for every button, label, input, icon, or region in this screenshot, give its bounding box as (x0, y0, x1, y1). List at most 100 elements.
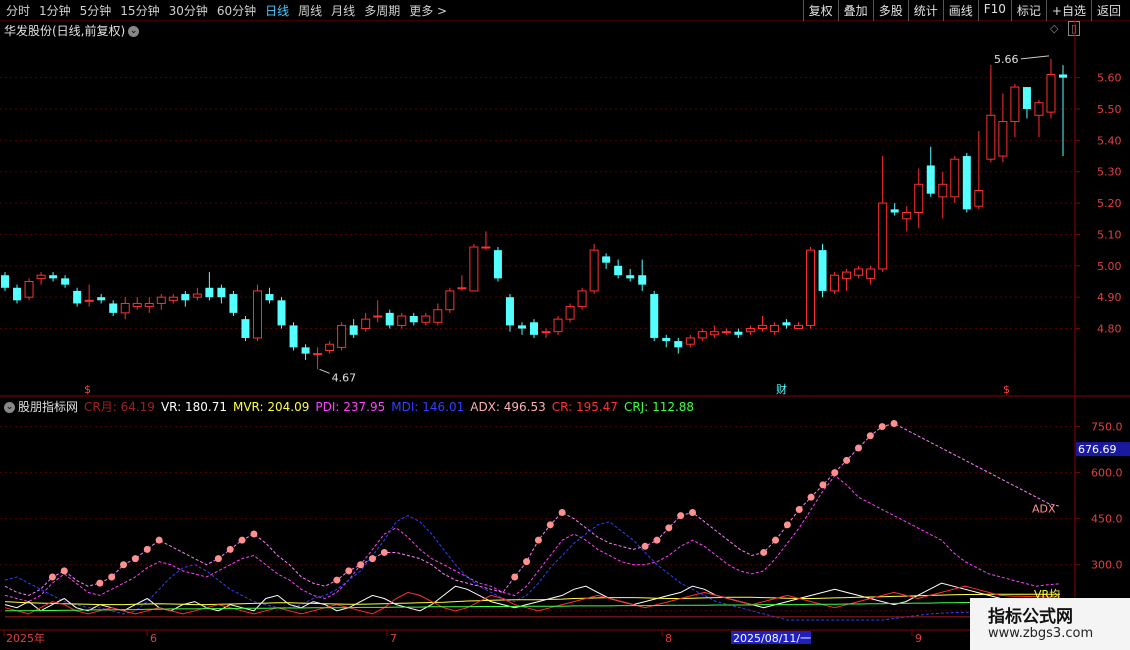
adx-dot (866, 432, 874, 440)
current-value: 676.69 (1078, 443, 1117, 456)
high-annotation: 5.66 (994, 53, 1019, 66)
indicator-value-3: PDI: 237.95 (315, 400, 386, 414)
candle-body (878, 202, 888, 270)
candle-body (769, 324, 779, 333)
indicator-value-0: CR月: 64.19 (84, 400, 155, 414)
candle-body (1022, 87, 1031, 109)
adx-dot (653, 536, 661, 544)
adx-dot (250, 530, 258, 538)
candle-body (421, 315, 431, 323)
chevron-down-icon[interactable]: ⌄ (4, 402, 15, 413)
y-tick-label: 600.0 (1091, 467, 1123, 480)
y-tick-label: 5.30 (1097, 166, 1122, 179)
adx-dot (48, 573, 56, 581)
adx-dot (96, 579, 104, 587)
candle-body (481, 246, 491, 249)
candle-body (313, 353, 323, 356)
chart-canvas[interactable]: 4.804.905.005.105.205.305.405.505.60150.… (0, 0, 1130, 650)
candle-body (974, 190, 984, 207)
adx-dot (60, 567, 68, 575)
series-line-MDI (4, 515, 1060, 621)
candle-body (626, 275, 635, 279)
indicator-name: 股朋指标网 (18, 400, 79, 414)
candle-body (1059, 74, 1067, 78)
adx-dot (155, 536, 163, 544)
adx-dot (380, 548, 388, 556)
adx-dot (546, 521, 554, 529)
candle-body (337, 324, 347, 348)
adx-dot (558, 509, 566, 517)
adx-dot (120, 561, 128, 569)
adx-dot (357, 561, 365, 569)
x-axis-label: 9 (915, 632, 922, 645)
adx-dot (368, 555, 376, 563)
candle-body (73, 290, 82, 304)
y-tick-label: 4.80 (1097, 323, 1122, 336)
candle-body (168, 296, 178, 301)
candle-body (361, 318, 371, 330)
candle-body (36, 274, 46, 279)
y-tick-label: 300.0 (1091, 559, 1123, 572)
candle-body (806, 249, 816, 326)
candle-body (493, 250, 502, 279)
adx-dot (226, 545, 234, 553)
candle-body (84, 299, 94, 302)
candle-body (890, 209, 899, 213)
indicator-title: ⌄ 股朋指标网 CR月: 64.19 VR: 180.71 MVR: 204.09 PDI… (4, 398, 700, 415)
indicator-value-1: VR: 180.71 (160, 400, 227, 414)
watermark-title: 指标公式网 (988, 607, 1073, 627)
candle-body (697, 331, 707, 339)
candle-body (205, 287, 214, 298)
adx-dot (108, 573, 116, 581)
adx-dot (689, 509, 697, 517)
adx-dot (878, 423, 886, 431)
candle-body (662, 337, 671, 342)
candle-body (589, 249, 599, 292)
candle-body (709, 331, 719, 336)
adx-dot (665, 524, 673, 532)
indicator-value-4: MDI: 146.01 (391, 400, 465, 414)
candle-body (289, 325, 298, 348)
adx-dot (534, 536, 542, 544)
adx-dot (511, 573, 519, 581)
candle-body (120, 302, 130, 314)
candle-body (818, 250, 827, 291)
candle-body (1034, 102, 1044, 116)
candle-body (505, 297, 514, 326)
annotation-arrow (319, 368, 330, 374)
candle-body (397, 315, 407, 326)
adx-dot (783, 521, 791, 529)
candle-body (445, 290, 455, 311)
adx-dot (795, 505, 803, 513)
candle-body (265, 294, 274, 301)
adx-dot (143, 545, 151, 553)
y-tick-label: 4.90 (1097, 291, 1122, 304)
candle-body (409, 316, 418, 323)
candle-body (602, 256, 611, 263)
candle-body (349, 325, 358, 335)
y-tick-label: 5.20 (1097, 197, 1122, 210)
candle-body (926, 165, 935, 194)
candle-body (385, 312, 394, 326)
candle-body (986, 114, 996, 160)
candle-body (938, 183, 948, 198)
candle-body (469, 246, 479, 292)
candle-body (325, 343, 335, 351)
series-line-ADX (4, 422, 1061, 596)
candle-body (854, 268, 864, 276)
candle-body (1046, 74, 1056, 113)
candle-body (252, 290, 262, 339)
candle-body (902, 212, 912, 220)
candle-body (192, 293, 202, 298)
candle-body (24, 281, 34, 298)
adx-dot (345, 567, 353, 575)
candle-body (553, 318, 563, 333)
candle-body (61, 278, 70, 285)
indicator-value-7: CRJ: 112.88 (623, 400, 695, 414)
candle-body (914, 183, 924, 213)
candle-body (674, 341, 683, 348)
adx-label: ADX (1032, 502, 1056, 515)
candle-body (1010, 86, 1020, 123)
candle-body (109, 303, 118, 313)
candle-body (217, 287, 226, 298)
